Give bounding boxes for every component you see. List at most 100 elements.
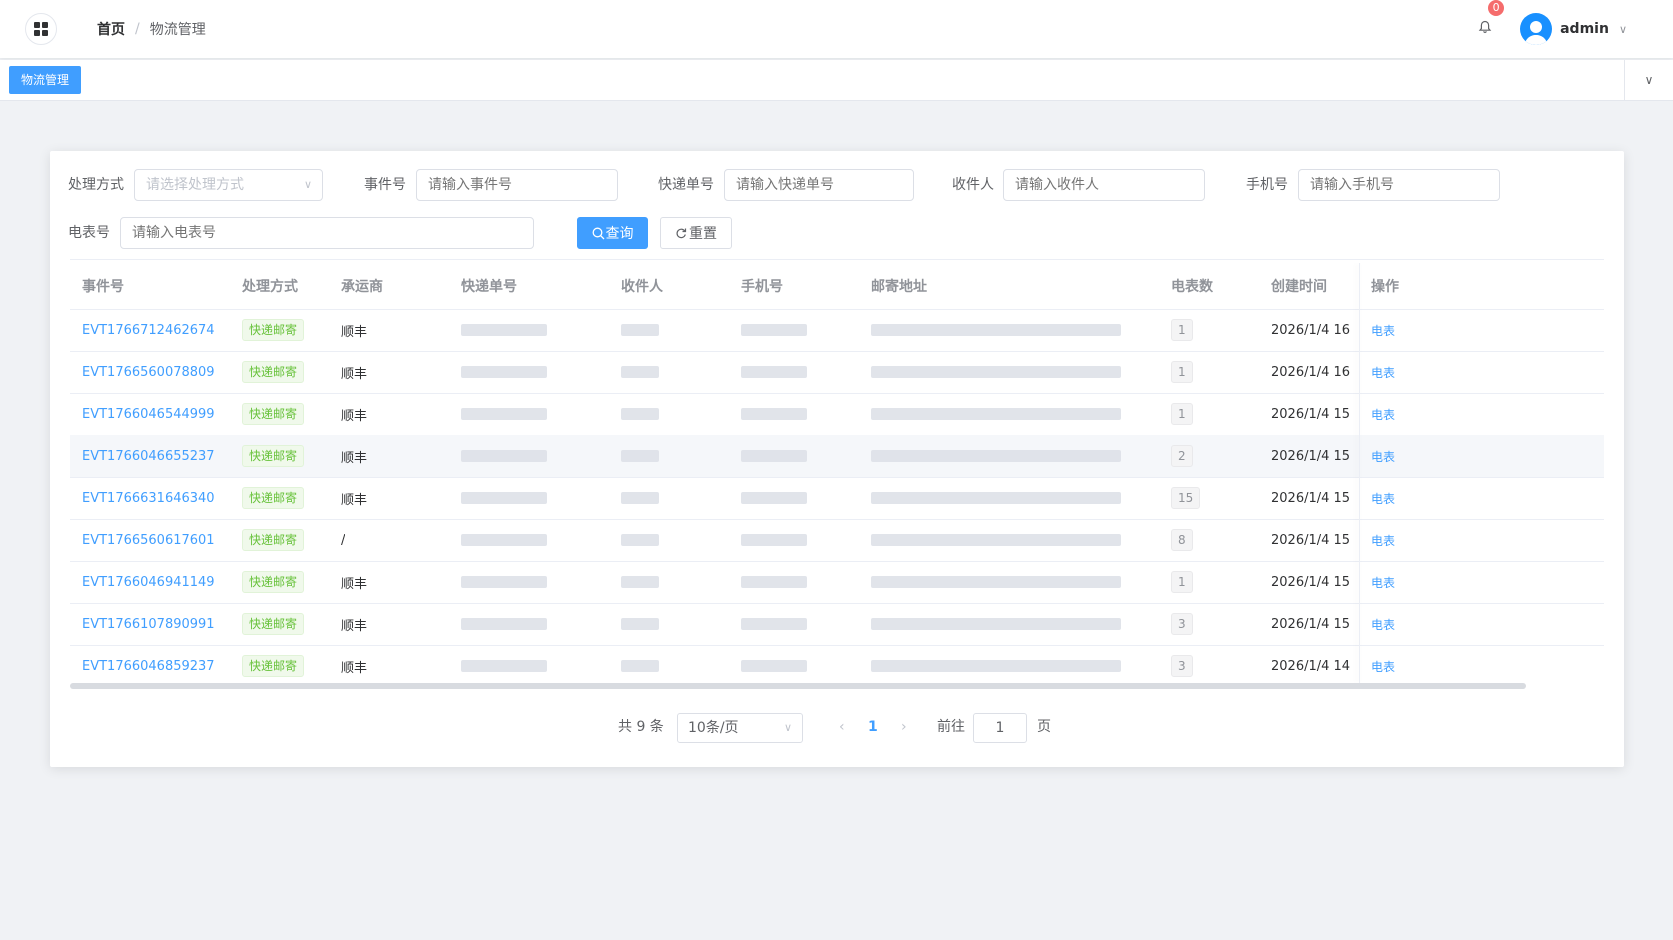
chevron-down-icon: ∨ <box>1644 73 1654 87</box>
method-placeholder: 请选择处理方式 <box>146 177 244 193</box>
table-row[interactable]: EVT1766046859237 快递邮寄 顺丰 3 2026/1/4 14:5 电表 <box>70 645 1604 683</box>
pagination: 共 9 条 10条/页 ∨ ‹ 1 › 前往 1 页 <box>50 711 1624 743</box>
method-tag: 快递邮寄 <box>242 403 305 425</box>
redacted-recipient <box>621 324 659 336</box>
redacted-tracking <box>461 492 547 504</box>
redacted-address <box>871 534 1121 546</box>
event-id-link[interactable]: EVT1766046544999 <box>82 407 215 422</box>
breadcrumb-home[interactable]: 首页 <box>97 19 125 39</box>
redacted-recipient <box>621 534 659 546</box>
table-row[interactable]: EVT1766046941149 快递邮寄 顺丰 1 2026/1/4 15:1 电表 <box>70 561 1604 604</box>
tracking-label: 快递单号 <box>658 177 714 193</box>
prev-page-button[interactable]: ‹ <box>839 711 845 743</box>
table-row[interactable]: EVT1766107890991 快递邮寄 顺丰 3 2026/1/4 15:0 电表 <box>70 603 1604 646</box>
event-id-link[interactable]: EVT1766560617601 <box>82 533 215 548</box>
search-icon <box>592 227 604 239</box>
created-time: 2026/1/4 15:1 <box>1271 574 1351 590</box>
meter-action-link[interactable]: 电表 <box>1371 574 1395 591</box>
method-tag: 快递邮寄 <box>242 655 305 677</box>
carrier-cell: 顺丰 <box>341 492 368 508</box>
redacted-recipient <box>621 576 659 588</box>
meter-action-link[interactable]: 电表 <box>1371 448 1395 465</box>
page-size-value: 10条/页 <box>688 720 739 736</box>
recipient-label: 收件人 <box>952 177 994 193</box>
meter-count-badge: 1 <box>1171 403 1193 425</box>
page-number-1[interactable]: 1 <box>868 711 878 743</box>
table-header: 事件号 处理方式 承运商 快递单号 收件人 手机号 邮寄地址 电表数 创建时间 … <box>70 263 1604 310</box>
phone-input[interactable] <box>1298 169 1500 201</box>
redacted-recipient <box>621 450 659 462</box>
method-select[interactable]: 请选择处理方式 ∨ <box>134 169 323 201</box>
search-button[interactable]: 查询 <box>577 217 648 249</box>
phone-label: 手机号 <box>1246 177 1288 193</box>
redacted-tracking <box>461 618 547 630</box>
username[interactable]: admin <box>1560 21 1609 37</box>
event-id-link[interactable]: EVT1766712462674 <box>82 323 215 338</box>
breadcrumb: 首页 / 物流管理 <box>97 19 206 39</box>
redacted-address <box>871 618 1121 630</box>
col-carrier: 承运商 <box>341 279 383 295</box>
meter-action-link[interactable]: 电表 <box>1371 616 1395 633</box>
meter-action-link[interactable]: 电表 <box>1371 658 1395 675</box>
table-row[interactable]: EVT1766560078809 快递邮寄 顺丰 1 2026/1/4 16:2 电表 <box>70 351 1604 394</box>
meter-action-link[interactable]: 电表 <box>1371 490 1395 507</box>
goto-unit: 页 <box>1037 719 1051 735</box>
event-id-link[interactable]: EVT1766560078809 <box>82 365 215 380</box>
notification-button[interactable]: 0 <box>1478 0 1505 38</box>
redacted-address <box>871 366 1121 378</box>
method-tag: 快递邮寄 <box>242 445 305 467</box>
event-id-link[interactable]: EVT1766046655237 <box>82 449 215 464</box>
table-row[interactable]: EVT1766560617601 快递邮寄 / 8 2026/1/4 15:2 电表 <box>70 519 1604 562</box>
meter-action-link[interactable]: 电表 <box>1371 322 1395 339</box>
meter-action-link[interactable]: 电表 <box>1371 364 1395 381</box>
app-grid-button[interactable] <box>25 13 57 45</box>
redacted-phone <box>741 660 807 672</box>
page-size-select[interactable]: 10条/页 ∨ <box>677 713 803 743</box>
horizontal-scrollbar[interactable] <box>70 683 1526 689</box>
next-page-button[interactable]: › <box>901 711 907 743</box>
tags-menu-button[interactable]: ∨ <box>1624 60 1673 100</box>
table-row[interactable]: EVT1766631646340 快递邮寄 顺丰 15 2026/1/4 15:2 电表 <box>70 477 1604 520</box>
redacted-phone <box>741 618 807 630</box>
breadcrumb-separator: / <box>135 21 140 37</box>
event-id-link[interactable]: EVT1766631646340 <box>82 491 215 506</box>
search-button-label: 查询 <box>605 226 634 242</box>
avatar[interactable] <box>1520 13 1553 45</box>
created-time: 2026/1/4 16:3 <box>1271 322 1351 338</box>
reset-button[interactable]: 重置 <box>660 217 732 249</box>
recipient-input[interactable] <box>1003 169 1205 201</box>
table-row[interactable]: EVT1766046544999 快递邮寄 顺丰 1 2026/1/4 15:3 电表 <box>70 393 1604 436</box>
redacted-tracking <box>461 576 547 588</box>
redacted-tracking <box>461 534 547 546</box>
method-tag: 快递邮寄 <box>242 487 305 509</box>
tracking-input[interactable] <box>724 169 914 201</box>
event-id-link[interactable]: EVT1766046859237 <box>82 659 215 674</box>
table-row[interactable]: EVT1766046655237 快递邮寄 顺丰 2 2026/1/4 15:2 电表 <box>70 435 1604 478</box>
goto-page-input[interactable]: 1 <box>973 713 1027 743</box>
event-id-link[interactable]: EVT1766107890991 <box>82 617 215 632</box>
redacted-tracking <box>461 324 547 336</box>
meter-count-badge: 3 <box>1171 655 1193 677</box>
redacted-phone <box>741 450 807 462</box>
meter-count-badge: 2 <box>1171 445 1193 467</box>
meter-action-link[interactable]: 电表 <box>1371 406 1395 423</box>
divider <box>70 259 1604 260</box>
carrier-cell: 顺丰 <box>341 366 368 382</box>
redacted-phone <box>741 324 807 336</box>
redacted-recipient <box>621 366 659 378</box>
created-time: 2026/1/4 15:3 <box>1271 406 1351 422</box>
method-tag: 快递邮寄 <box>242 571 305 593</box>
meter-input[interactable] <box>120 217 534 249</box>
table-row[interactable]: EVT1766712462674 快递邮寄 顺丰 1 2026/1/4 16:3 电表 <box>70 309 1604 352</box>
tag-logistics[interactable]: 物流管理 <box>9 66 82 94</box>
redacted-phone <box>741 576 807 588</box>
event-input[interactable] <box>416 169 618 201</box>
meter-action-link[interactable]: 电表 <box>1371 532 1395 549</box>
method-tag: 快递邮寄 <box>242 319 305 341</box>
method-tag: 快递邮寄 <box>242 361 305 383</box>
redacted-tracking <box>461 450 547 462</box>
event-id-link[interactable]: EVT1766046941149 <box>82 575 215 590</box>
chevron-down-icon: ∨ <box>783 721 792 734</box>
redacted-tracking <box>461 366 547 378</box>
chevron-down-icon[interactable]: ∨ <box>1619 23 1627 36</box>
